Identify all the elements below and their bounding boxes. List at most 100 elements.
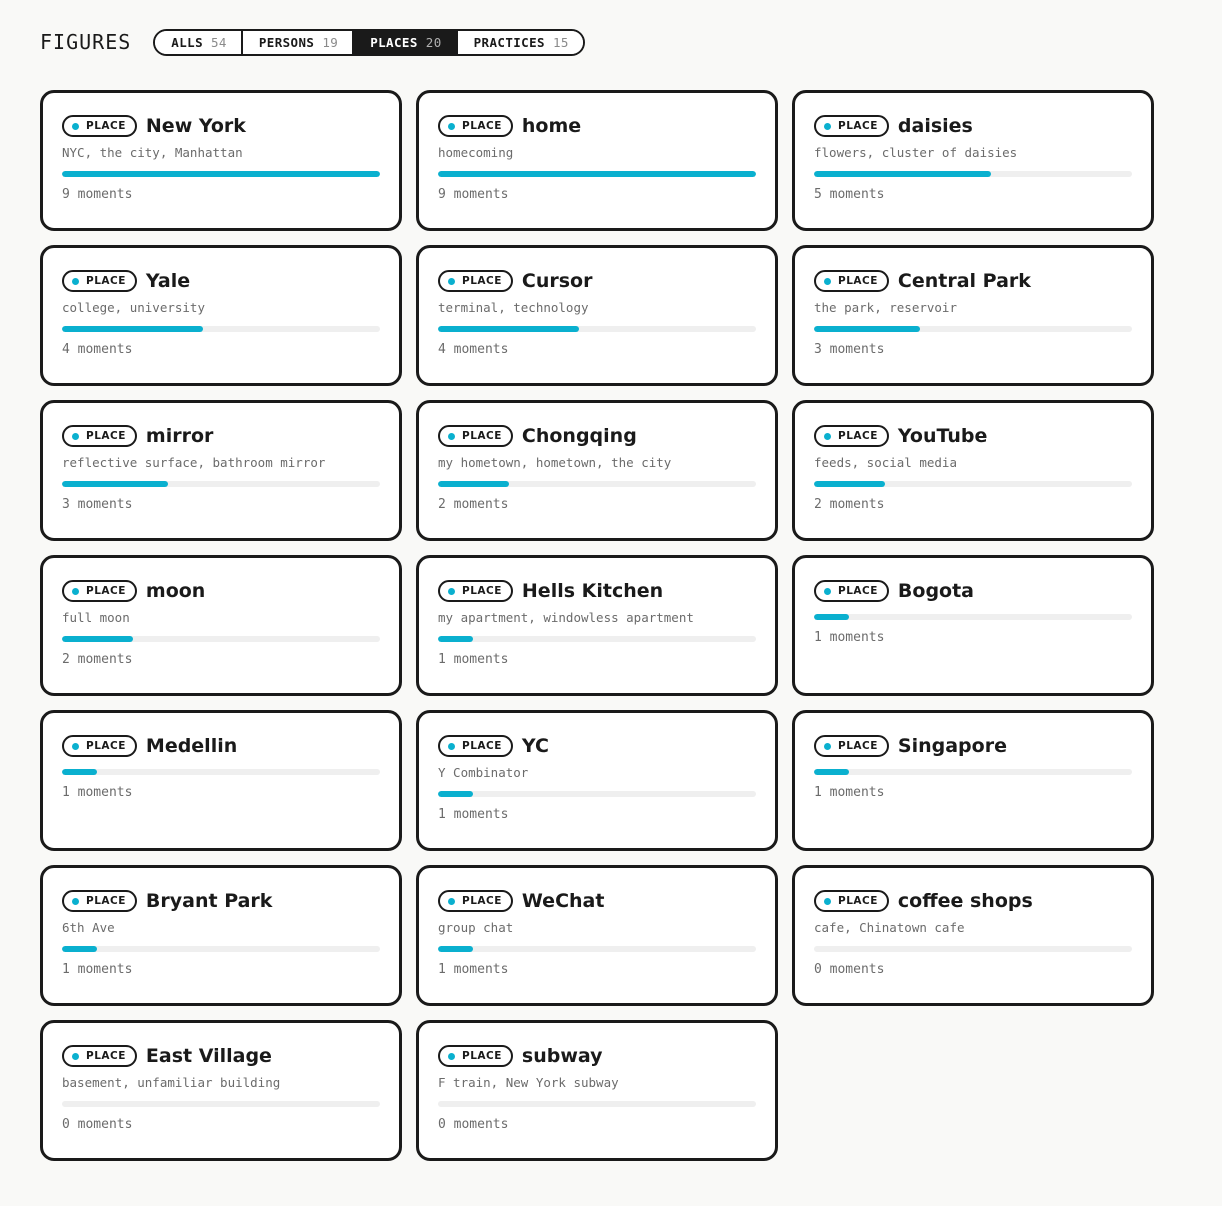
tab-count: 20 — [425, 34, 442, 50]
badge-label: PLACE — [838, 120, 878, 132]
figure-name: WeChat — [521, 890, 605, 912]
figure-card[interactable]: PLACE Central Park the park, reservoir 3… — [792, 245, 1154, 386]
moments-count: 1 moments — [62, 785, 133, 800]
moments-count: 1 moments — [814, 785, 885, 800]
place-dot-icon — [824, 432, 831, 440]
figure-aliases: my hometown, hometown, the city — [438, 455, 672, 470]
tab-alls[interactable]: ALLS 54 — [155, 30, 243, 54]
tab-practices[interactable]: PRACTICES 15 — [457, 30, 583, 54]
figure-card[interactable]: PLACE daisies flowers, cluster of daisie… — [792, 90, 1154, 231]
figure-name: Medellin — [145, 735, 238, 757]
card-header: PLACE East Village — [62, 1043, 380, 1069]
moments-count: 2 moments — [438, 497, 509, 512]
type-badge: PLACE — [814, 890, 889, 912]
card-header: PLACE mirror — [62, 423, 380, 449]
card-header: PLACE YouTube — [814, 423, 1132, 449]
tab-places[interactable]: PLACES 20 — [354, 30, 458, 54]
card-header: PLACE Hells Kitchen — [438, 578, 756, 604]
place-dot-icon — [824, 277, 831, 285]
moments-count: 4 moments — [62, 342, 133, 357]
figure-card[interactable]: PLACE New York NYC, the city, Manhattan … — [40, 90, 402, 231]
moments-count: 2 moments — [814, 497, 885, 512]
place-dot-icon — [824, 897, 831, 905]
moments-bar — [814, 946, 1132, 952]
figure-card[interactable]: PLACE Bryant Park 6th Ave 1 moments — [40, 865, 402, 1006]
moments-bar-fill — [62, 326, 204, 332]
figure-card[interactable]: PLACE Singapore 1 moments — [792, 710, 1154, 851]
place-dot-icon — [72, 1052, 79, 1060]
figure-card[interactable]: PLACE moon full moon 2 moments — [40, 555, 402, 696]
type-badge: PLACE — [62, 735, 137, 757]
figure-name: Yale — [145, 270, 191, 292]
figure-aliases: the park, reservoir — [814, 300, 957, 315]
moments-count: 1 moments — [62, 962, 133, 977]
moments-bar — [62, 769, 380, 775]
tab-count: 19 — [322, 34, 339, 50]
moments-bar-fill — [438, 946, 474, 952]
tab-persons[interactable]: PERSONS 19 — [242, 30, 355, 54]
place-dot-icon — [448, 897, 455, 905]
figure-name: Bryant Park — [145, 890, 273, 912]
place-dot-icon — [448, 742, 455, 750]
tab-count: 54 — [211, 34, 227, 50]
figure-card[interactable]: PLACE East Village basement, unfamiliar … — [40, 1020, 402, 1161]
moments-bar — [438, 326, 756, 332]
badge-label: PLACE — [838, 895, 878, 907]
moments-bar — [814, 171, 1132, 177]
card-header: PLACE moon — [62, 578, 380, 604]
type-badge: PLACE — [814, 735, 889, 757]
figure-card[interactable]: PLACE Chongqing my hometown, hometown, t… — [416, 400, 778, 541]
figure-aliases: Y Combinator — [438, 765, 529, 780]
moments-bar-fill — [438, 171, 756, 177]
card-header: PLACE YC — [438, 733, 756, 759]
badge-label: PLACE — [838, 275, 878, 287]
moments-count: 9 moments — [438, 187, 509, 202]
figure-card[interactable]: PLACE Medellin 1 moments — [40, 710, 402, 851]
moments-bar — [438, 946, 756, 952]
moments-bar — [814, 326, 1132, 332]
moments-bar — [438, 481, 756, 487]
figure-card[interactable]: PLACE home homecoming 9 moments — [416, 90, 778, 231]
tab-label: ALLS — [171, 34, 203, 50]
card-header: PLACE Yale — [62, 268, 380, 294]
figure-card[interactable]: PLACE Hells Kitchen my apartment, window… — [416, 555, 778, 696]
card-header: PLACE Chongqing — [438, 423, 756, 449]
type-badge: PLACE — [814, 270, 889, 292]
figure-aliases: feeds, social media — [814, 455, 957, 470]
type-badge: PLACE — [62, 115, 137, 137]
moments-count: 1 moments — [438, 962, 509, 977]
moments-count: 0 moments — [62, 1117, 133, 1132]
type-badge: PLACE — [62, 580, 137, 602]
moments-count: 1 moments — [814, 630, 885, 645]
moments-bar — [438, 791, 756, 797]
moments-bar — [62, 481, 380, 487]
figure-card[interactable]: PLACE coffee shops cafe, Chinatown cafe … — [792, 865, 1154, 1006]
figure-aliases: group chat — [438, 920, 514, 935]
type-badge: PLACE — [438, 115, 513, 137]
card-header: PLACE Bogota — [814, 578, 1132, 604]
moments-bar — [62, 326, 380, 332]
figure-card[interactable]: PLACE Yale college, university 4 moments — [40, 245, 402, 386]
type-badge: PLACE — [438, 580, 513, 602]
type-badge: PLACE — [62, 270, 137, 292]
figure-card[interactable]: PLACE Cursor terminal, technology 4 mome… — [416, 245, 778, 386]
figure-card[interactable]: PLACE subway F train, New York subway 0 … — [416, 1020, 778, 1161]
figure-card[interactable]: PLACE Bogota 1 moments — [792, 555, 1154, 696]
badge-label: PLACE — [462, 1050, 502, 1062]
moments-bar — [438, 171, 756, 177]
type-badge: PLACE — [62, 890, 137, 912]
figure-card[interactable]: PLACE WeChat group chat 1 moments — [416, 865, 778, 1006]
place-dot-icon — [824, 587, 831, 595]
moments-bar-fill — [814, 614, 850, 620]
badge-label: PLACE — [838, 585, 878, 597]
moments-count: 4 moments — [438, 342, 509, 357]
tab-label: PERSONS — [258, 34, 315, 50]
figure-card[interactable]: PLACE YouTube feeds, social media 2 mome… — [792, 400, 1154, 541]
figure-aliases: homecoming — [438, 145, 514, 160]
figure-card[interactable]: PLACE YC Y Combinator 1 moments — [416, 710, 778, 851]
figure-name: Hells Kitchen — [521, 580, 664, 602]
badge-label: PLACE — [86, 895, 126, 907]
figure-card[interactable]: PLACE mirror reflective surface, bathroo… — [40, 400, 402, 541]
tab-label: PLACES — [370, 34, 418, 50]
moments-bar-fill — [62, 769, 98, 775]
